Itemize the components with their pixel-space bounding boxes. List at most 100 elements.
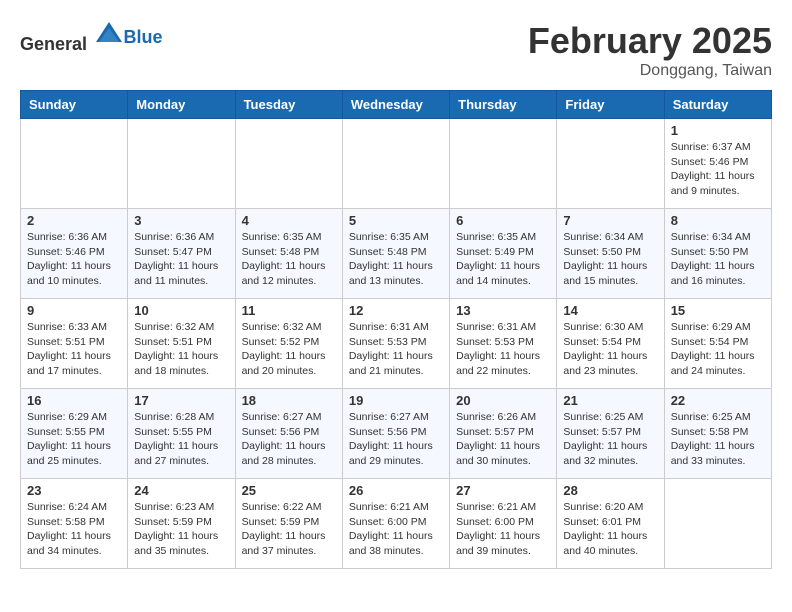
day-number: 26 <box>349 483 443 498</box>
location-title: Donggang, Taiwan <box>528 62 772 80</box>
calendar-day-cell <box>21 119 128 209</box>
calendar-day-cell: 10 Sunrise: 6:32 AM Sunset: 5:51 PM Dayli… <box>128 299 235 389</box>
day-info: Sunrise: 6:30 AM Sunset: 5:54 PM Dayligh… <box>563 320 657 379</box>
calendar-day-cell: 24 Sunrise: 6:23 AM Sunset: 5:59 PM Dayli… <box>128 479 235 569</box>
calendar-day-cell: 15Sunrise: 6:29 AM Sunset: 5:54 PM Dayli… <box>664 299 771 389</box>
logo-icon <box>94 20 124 50</box>
day-info: Sunrise: 6:29 AM Sunset: 5:55 PM Dayligh… <box>27 410 121 469</box>
day-of-week-header: Wednesday <box>342 91 449 119</box>
day-info: Sunrise: 6:37 AM Sunset: 5:46 PM Dayligh… <box>671 140 765 199</box>
logo: General Blue <box>20 20 163 55</box>
day-info: Sunrise: 6:36 AM Sunset: 5:46 PM Dayligh… <box>27 230 121 289</box>
calendar-day-cell: 23Sunrise: 6:24 AM Sunset: 5:58 PM Dayli… <box>21 479 128 569</box>
calendar-day-cell: 4 Sunrise: 6:35 AM Sunset: 5:48 PM Daylig… <box>235 209 342 299</box>
day-number: 4 <box>242 213 336 228</box>
day-info: Sunrise: 6:32 AM Sunset: 5:52 PM Dayligh… <box>242 320 336 379</box>
calendar-day-cell: 5 Sunrise: 6:35 AM Sunset: 5:48 PM Daylig… <box>342 209 449 299</box>
day-of-week-header: Saturday <box>664 91 771 119</box>
day-info: Sunrise: 6:28 AM Sunset: 5:55 PM Dayligh… <box>134 410 228 469</box>
calendar-day-cell: 8Sunrise: 6:34 AM Sunset: 5:50 PM Daylig… <box>664 209 771 299</box>
day-number: 12 <box>349 303 443 318</box>
calendar-day-cell: 6 Sunrise: 6:35 AM Sunset: 5:49 PM Daylig… <box>450 209 557 299</box>
calendar-day-cell: 26 Sunrise: 6:21 AM Sunset: 6:00 PM Dayli… <box>342 479 449 569</box>
day-number: 8 <box>671 213 765 228</box>
day-number: 19 <box>349 393 443 408</box>
calendar-day-cell: 17 Sunrise: 6:28 AM Sunset: 5:55 PM Dayli… <box>128 389 235 479</box>
day-number: 20 <box>456 393 550 408</box>
calendar-week-row: 9 Sunrise: 6:33 AM Sunset: 5:51 PM Daylig… <box>21 299 772 389</box>
calendar-week-row: 2 Sunrise: 6:36 AM Sunset: 5:46 PM Daylig… <box>21 209 772 299</box>
day-info: Sunrise: 6:21 AM Sunset: 6:00 PM Dayligh… <box>349 500 443 559</box>
calendar-day-cell: 9 Sunrise: 6:33 AM Sunset: 5:51 PM Daylig… <box>21 299 128 389</box>
day-info: Sunrise: 6:31 AM Sunset: 5:53 PM Dayligh… <box>456 320 550 379</box>
logo-general: General <box>20 34 87 54</box>
calendar-day-cell: 7 Sunrise: 6:34 AM Sunset: 5:50 PM Daylig… <box>557 209 664 299</box>
day-number: 28 <box>563 483 657 498</box>
day-info: Sunrise: 6:36 AM Sunset: 5:47 PM Dayligh… <box>134 230 228 289</box>
day-info: Sunrise: 6:35 AM Sunset: 5:48 PM Dayligh… <box>349 230 443 289</box>
calendar-day-cell: 28Sunrise: 6:20 AM Sunset: 6:01 PM Dayli… <box>557 479 664 569</box>
calendar-day-cell: 22 Sunrise: 6:25 AM Sunset: 5:58 PM Dayli… <box>664 389 771 479</box>
day-info: Sunrise: 6:23 AM Sunset: 5:59 PM Dayligh… <box>134 500 228 559</box>
calendar-day-cell: 11 Sunrise: 6:32 AM Sunset: 5:52 PM Dayli… <box>235 299 342 389</box>
calendar-header-row: SundayMondayTuesdayWednesdayThursdayFrid… <box>21 91 772 119</box>
day-number: 2 <box>27 213 121 228</box>
day-info: Sunrise: 6:25 AM Sunset: 5:58 PM Dayligh… <box>671 410 765 469</box>
day-of-week-header: Monday <box>128 91 235 119</box>
day-number: 10 <box>134 303 228 318</box>
calendar-day-cell: 20 Sunrise: 6:26 AM Sunset: 5:57 PM Dayli… <box>450 389 557 479</box>
calendar-day-cell: 14 Sunrise: 6:30 AM Sunset: 5:54 PM Dayli… <box>557 299 664 389</box>
month-title: February 2025 <box>528 20 772 62</box>
calendar-day-cell <box>128 119 235 209</box>
day-number: 13 <box>456 303 550 318</box>
day-number: 18 <box>242 393 336 408</box>
day-info: Sunrise: 6:31 AM Sunset: 5:53 PM Dayligh… <box>349 320 443 379</box>
calendar-day-cell: 12 Sunrise: 6:31 AM Sunset: 5:53 PM Dayli… <box>342 299 449 389</box>
day-info: Sunrise: 6:22 AM Sunset: 5:59 PM Dayligh… <box>242 500 336 559</box>
day-info: Sunrise: 6:33 AM Sunset: 5:51 PM Dayligh… <box>27 320 121 379</box>
calendar-day-cell: 27Sunrise: 6:21 AM Sunset: 6:00 PM Dayli… <box>450 479 557 569</box>
day-info: Sunrise: 6:26 AM Sunset: 5:57 PM Dayligh… <box>456 410 550 469</box>
day-info: Sunrise: 6:35 AM Sunset: 5:49 PM Dayligh… <box>456 230 550 289</box>
calendar-day-cell: 1Sunrise: 6:37 AM Sunset: 5:46 PM Daylig… <box>664 119 771 209</box>
calendar-day-cell: 18Sunrise: 6:27 AM Sunset: 5:56 PM Dayli… <box>235 389 342 479</box>
day-of-week-header: Sunday <box>21 91 128 119</box>
day-of-week-header: Tuesday <box>235 91 342 119</box>
day-number: 7 <box>563 213 657 228</box>
day-number: 27 <box>456 483 550 498</box>
day-of-week-header: Friday <box>557 91 664 119</box>
calendar-week-row: 16 Sunrise: 6:29 AM Sunset: 5:55 PM Dayli… <box>21 389 772 479</box>
calendar-day-cell: 21 Sunrise: 6:25 AM Sunset: 5:57 PM Dayli… <box>557 389 664 479</box>
calendar-day-cell: 2 Sunrise: 6:36 AM Sunset: 5:46 PM Daylig… <box>21 209 128 299</box>
day-of-week-header: Thursday <box>450 91 557 119</box>
day-number: 3 <box>134 213 228 228</box>
calendar-day-cell: 25 Sunrise: 6:22 AM Sunset: 5:59 PM Dayli… <box>235 479 342 569</box>
calendar-day-cell <box>342 119 449 209</box>
day-number: 14 <box>563 303 657 318</box>
day-info: Sunrise: 6:24 AM Sunset: 5:58 PM Dayligh… <box>27 500 121 559</box>
day-number: 9 <box>27 303 121 318</box>
day-info: Sunrise: 6:34 AM Sunset: 5:50 PM Dayligh… <box>563 230 657 289</box>
day-info: Sunrise: 6:35 AM Sunset: 5:48 PM Dayligh… <box>242 230 336 289</box>
day-info: Sunrise: 6:32 AM Sunset: 5:51 PM Dayligh… <box>134 320 228 379</box>
title-area: February 2025 Donggang, Taiwan <box>528 20 772 80</box>
page-header: General Blue February 2025 Donggang, Tai… <box>20 20 772 80</box>
calendar-day-cell <box>557 119 664 209</box>
day-number: 5 <box>349 213 443 228</box>
day-number: 16 <box>27 393 121 408</box>
day-number: 25 <box>242 483 336 498</box>
day-number: 6 <box>456 213 550 228</box>
calendar-day-cell: 13 Sunrise: 6:31 AM Sunset: 5:53 PM Dayli… <box>450 299 557 389</box>
day-number: 17 <box>134 393 228 408</box>
day-number: 24 <box>134 483 228 498</box>
calendar-day-cell <box>450 119 557 209</box>
calendar-week-row: 1Sunrise: 6:37 AM Sunset: 5:46 PM Daylig… <box>21 119 772 209</box>
calendar-week-row: 23Sunrise: 6:24 AM Sunset: 5:58 PM Dayli… <box>21 479 772 569</box>
day-info: Sunrise: 6:27 AM Sunset: 5:56 PM Dayligh… <box>349 410 443 469</box>
day-number: 22 <box>671 393 765 408</box>
calendar-day-cell: 19 Sunrise: 6:27 AM Sunset: 5:56 PM Dayli… <box>342 389 449 479</box>
day-number: 11 <box>242 303 336 318</box>
day-number: 21 <box>563 393 657 408</box>
day-number: 15 <box>671 303 765 318</box>
day-info: Sunrise: 6:25 AM Sunset: 5:57 PM Dayligh… <box>563 410 657 469</box>
